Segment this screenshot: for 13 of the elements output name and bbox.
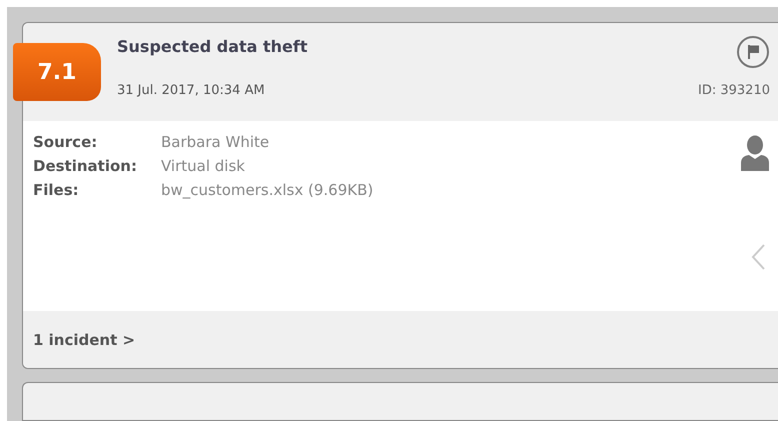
detail-value: bw_customers.xlsx (9.69KB): [161, 181, 374, 199]
detail-value: Barbara White: [161, 133, 270, 151]
incident-title: Suspected data theft: [117, 37, 308, 56]
flag-icon[interactable]: [736, 35, 770, 69]
detail-value: Virtual disk: [161, 157, 245, 175]
incident-date: 31 Jul. 2017, 10:34 AM: [117, 83, 265, 98]
detail-label: Destination:: [33, 157, 138, 175]
person-icon: [740, 135, 770, 171]
incident-id: ID: 393210: [698, 83, 770, 98]
score-badge: 7.1: [13, 43, 101, 101]
incident-count-link[interactable]: 1 incident >: [33, 330, 136, 348]
detail-label: Files:: [33, 181, 80, 199]
detail-label: Source:: [33, 133, 98, 151]
